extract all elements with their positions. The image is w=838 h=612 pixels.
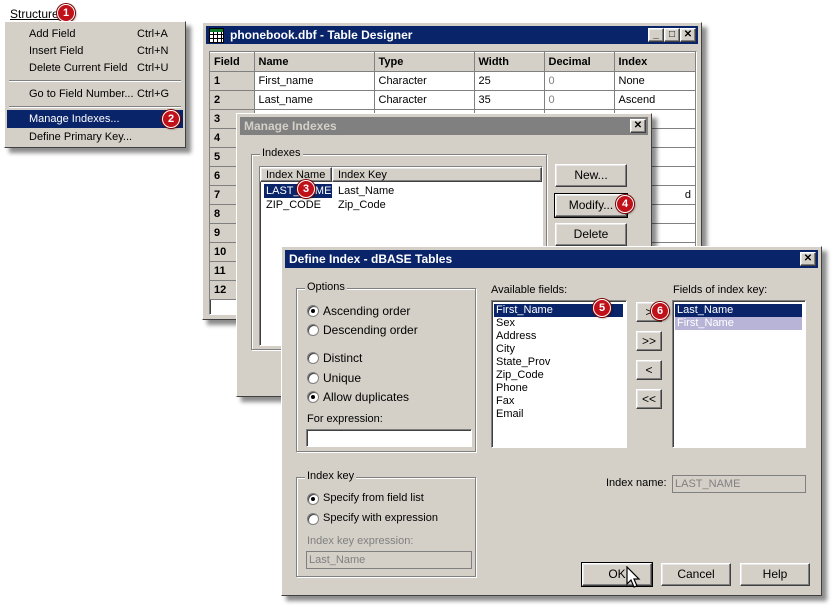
cancel-button[interactable]: Cancel [661, 563, 731, 586]
specify-with-expression-radio[interactable] [307, 513, 319, 525]
close-button[interactable]: ✕ [800, 252, 816, 266]
col-width[interactable]: Width [474, 52, 545, 72]
remove-all-fields-button[interactable]: << [636, 389, 662, 409]
options-group-label: Options [305, 281, 347, 293]
for-expression-label: For expression: [307, 413, 383, 425]
callout-badge-5: 5 [593, 299, 611, 317]
col-type[interactable]: Type [374, 52, 475, 72]
menu-item-define-primary-key[interactable]: Define Primary Key... [7, 128, 183, 146]
specify-from-field-list-label: Specify from field list [323, 492, 424, 504]
index-key-expression-input[interactable]: Last_Name [306, 551, 472, 569]
menu-item-delete-current-field[interactable]: Delete Current Field Ctrl+U [7, 59, 183, 77]
menu-item-add-field[interactable]: Add Field Ctrl+A [7, 25, 183, 43]
menu-separator [9, 80, 181, 82]
indexes-group-label: Indexes [260, 147, 303, 159]
descending-order-radio[interactable] [307, 324, 319, 336]
index-key-expression-label: Index key expression: [307, 535, 414, 547]
list-item[interactable]: ZIP_CODE [266, 198, 321, 212]
menu-item-insert-field[interactable]: Insert Field Ctrl+N [7, 42, 183, 60]
help-button[interactable]: Help [740, 563, 810, 586]
table-grid-icon [209, 28, 224, 43]
add-all-fields-button[interactable]: >> [636, 331, 662, 351]
col-name[interactable]: Name [254, 52, 375, 72]
col-field[interactable]: Field [210, 52, 255, 72]
available-fields-label: Available fields: [491, 284, 568, 296]
table-row[interactable]: 1 First_name Character 25 0 None [210, 71, 696, 91]
table-designer-titlebar[interactable]: phonebook.dbf - Table Designer _ □ ✕ [206, 26, 698, 44]
list-item[interactable]: Zip_Code [338, 198, 386, 212]
define-index-title: Define Index - dBASE Tables [289, 252, 453, 266]
allow-duplicates-label: Allow duplicates [323, 390, 410, 404]
list-item[interactable]: Last_Name [675, 304, 802, 317]
callout-badge-6: 6 [651, 302, 669, 320]
manage-indexes-titlebar[interactable]: Manage Indexes ✕ [240, 117, 648, 135]
list-item[interactable]: Sex [494, 317, 515, 330]
list-item[interactable]: Last_Name [338, 184, 394, 198]
list-item[interactable]: Email [494, 408, 524, 421]
col-index[interactable]: Index [614, 52, 696, 72]
list-item[interactable]: State_Prov [494, 356, 550, 369]
ascending-order-label: Ascending order [323, 304, 411, 318]
remove-field-button[interactable]: < [636, 360, 662, 380]
menu-title: Structure [10, 7, 59, 21]
ascending-order-radio[interactable] [307, 305, 319, 317]
distinct-radio[interactable] [307, 352, 319, 364]
callout-badge-1: 1 [57, 4, 75, 22]
unique-label: Unique [323, 371, 362, 385]
list-item[interactable]: Address [494, 330, 536, 343]
table-designer-title: phonebook.dbf - Table Designer [230, 28, 413, 42]
define-index-titlebar[interactable]: Define Index - dBASE Tables ✕ [285, 250, 818, 268]
list-item[interactable]: City [494, 343, 515, 356]
callout-badge-3: 3 [297, 180, 315, 198]
fields-of-index-key-label: Fields of index key: [673, 284, 768, 296]
index-name-input[interactable]: LAST_NAME [672, 475, 806, 493]
descending-order-label: Descending order [323, 323, 418, 337]
menu-separator [9, 106, 181, 108]
menu-item-go-to-field-number[interactable]: Go to Field Number... Ctrl+G [7, 85, 183, 103]
maximize-button[interactable]: □ [664, 28, 680, 42]
col-index-name[interactable]: Index Name [260, 167, 332, 182]
callout-badge-2: 2 [162, 110, 180, 128]
col-index-key[interactable]: Index Key [332, 167, 542, 182]
list-item[interactable]: Zip_Code [494, 369, 544, 382]
menu-item-manage-indexes[interactable]: Manage Indexes... [7, 110, 183, 128]
specify-with-expression-label: Specify with expression [323, 512, 438, 524]
manage-indexes-title: Manage Indexes [244, 119, 337, 133]
mouse-pointer-icon [626, 566, 641, 588]
list-item[interactable]: Fax [494, 395, 514, 408]
index-name-label: Index name: [606, 477, 667, 489]
new-index-button[interactable]: New... [555, 164, 627, 187]
available-fields-list[interactable]: First_Name Sex Address City State_Prov Z… [491, 300, 627, 448]
for-expression-input[interactable] [306, 429, 472, 447]
minimize-button[interactable]: _ [648, 28, 664, 42]
allow-duplicates-radio[interactable] [307, 391, 319, 403]
fields-of-index-key-list[interactable]: Last_Name First_Name [672, 300, 806, 448]
structure-dropdown-menu: Add Field Ctrl+A Insert Field Ctrl+N Del… [4, 21, 186, 148]
list-item[interactable]: Phone [494, 382, 528, 395]
col-decimal[interactable]: Decimal [544, 52, 615, 72]
list-item[interactable]: First_Name [675, 317, 802, 330]
distinct-label: Distinct [323, 351, 363, 365]
specify-from-field-list-radio[interactable] [307, 493, 319, 505]
unique-radio[interactable] [307, 372, 319, 384]
delete-index-button[interactable]: Delete [555, 223, 627, 246]
index-key-group-label: Index key [305, 470, 357, 482]
define-index-dialog: Define Index - dBASE Tables ✕ Options As… [281, 246, 822, 596]
callout-badge-4: 4 [616, 195, 634, 213]
close-button[interactable]: ✕ [680, 28, 696, 42]
table-row[interactable]: 2 Last_name Character 35 0 Ascend [210, 90, 696, 110]
close-button[interactable]: ✕ [630, 119, 646, 133]
